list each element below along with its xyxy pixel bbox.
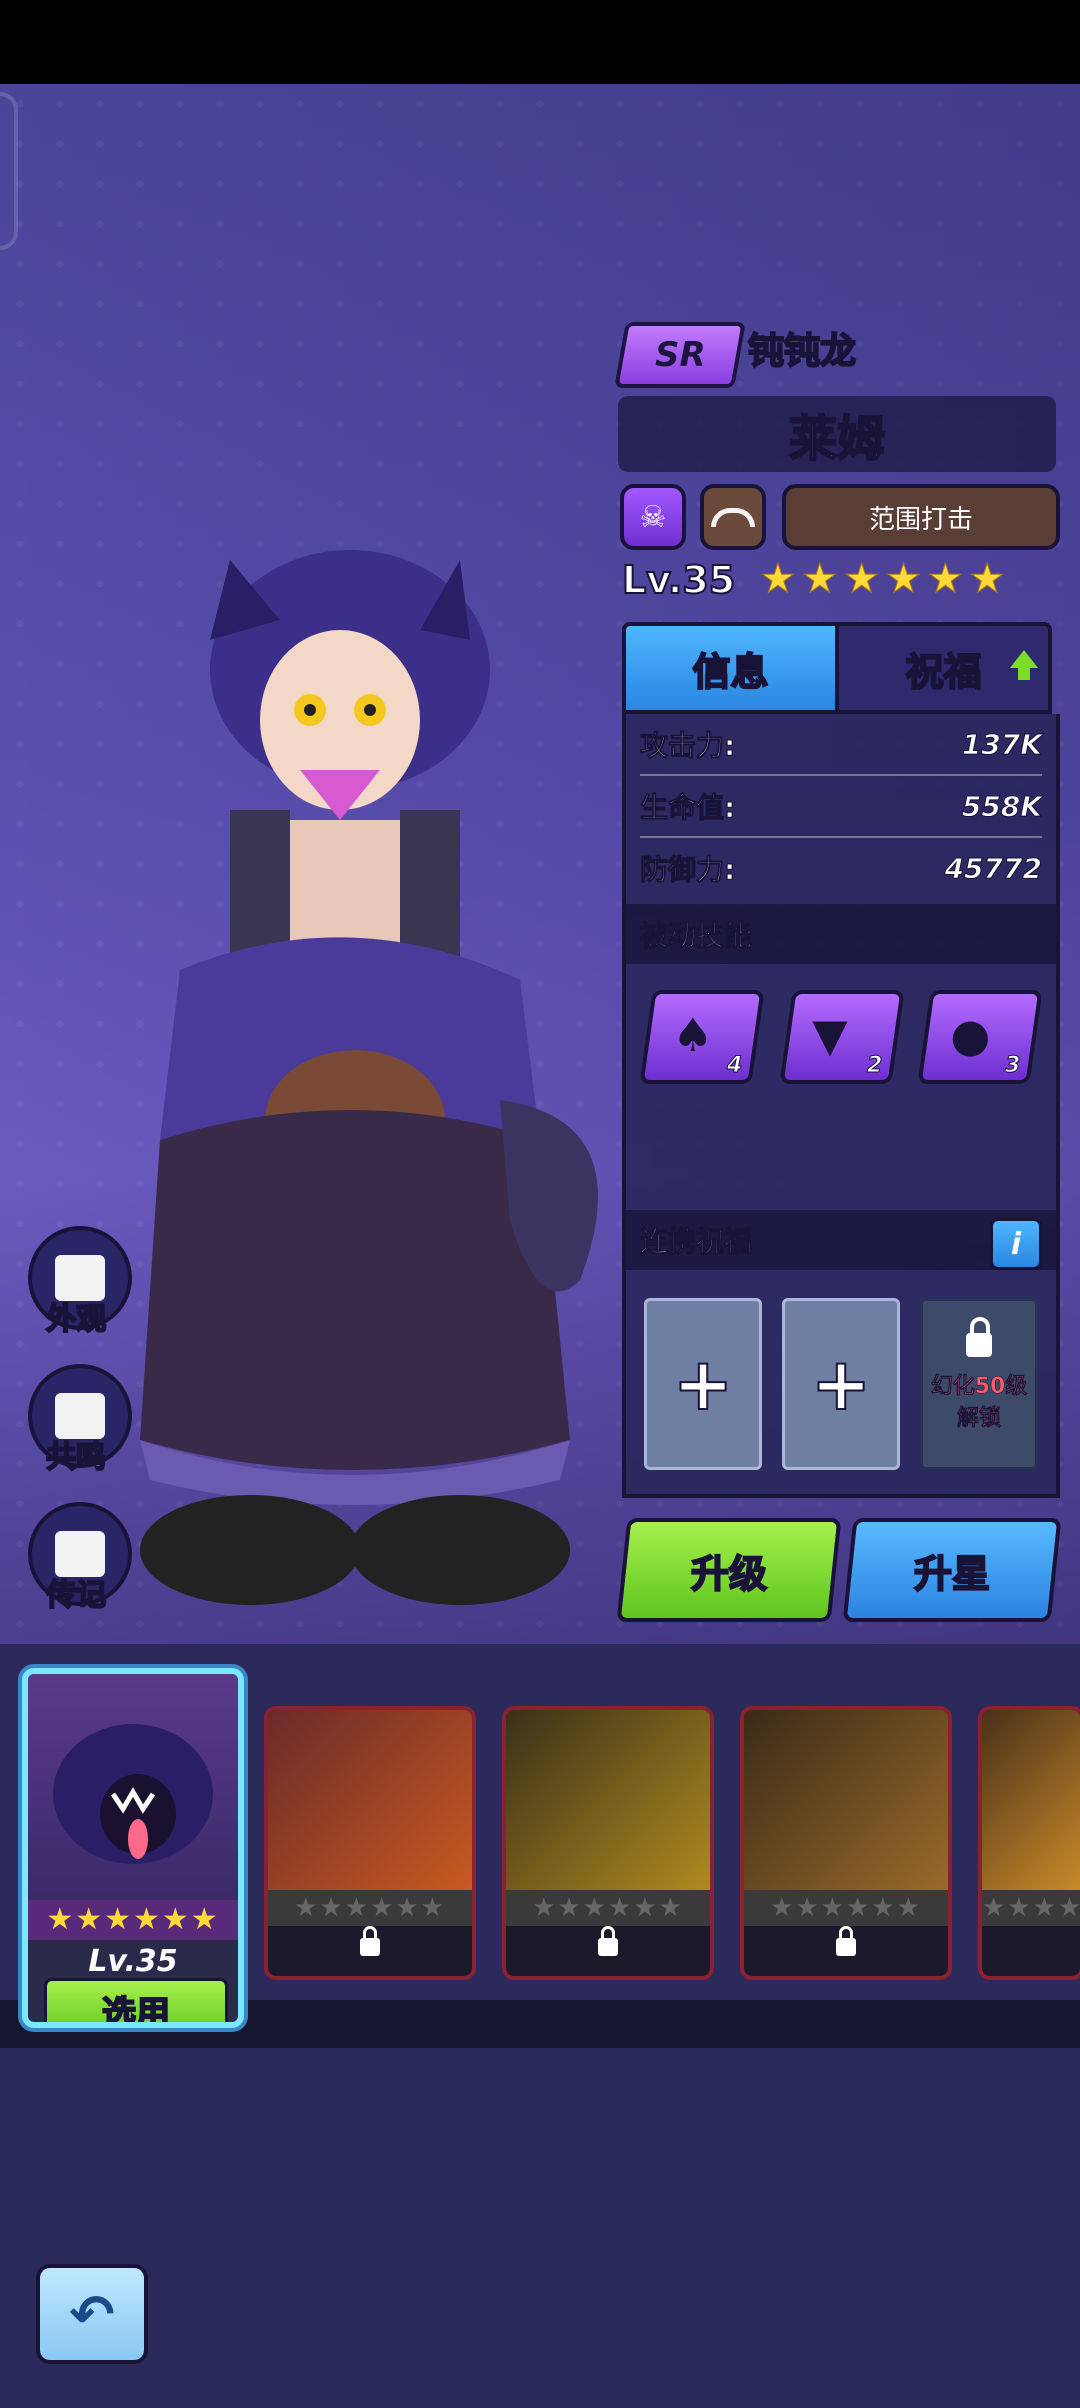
hero-name: 莱姆 <box>788 410 886 468</box>
hero-portrait <box>28 1674 238 1900</box>
appearance-button[interactable]: 外观 <box>28 1226 132 1338</box>
tab-info[interactable]: 信息 <box>622 622 839 714</box>
hero-level: Lv.35 <box>621 557 736 603</box>
roster-card-selected[interactable]: ★★★★★★ Lv.35 选用 <box>22 1668 244 2028</box>
tab-blessing[interactable]: 祝福 <box>839 622 1052 714</box>
passive-skill-2[interactable]: ▼ 2 <box>779 990 905 1084</box>
roster-card-locked-1[interactable]: ★★★★★★ <box>264 1706 476 1980</box>
passive-skills-header: 被动技能 <box>626 904 1056 964</box>
upgrade-arrow-icon <box>1010 650 1038 680</box>
back-arrow-icon[interactable]: ↶ <box>36 2264 148 2364</box>
info-tabs: 信息 祝福 <box>622 622 1052 714</box>
passive-skill-1[interactable]: ♠ 4 <box>639 990 765 1084</box>
fire-creature-portrait <box>268 1710 472 1890</box>
skull-type-icon[interactable]: ☠ <box>620 484 686 550</box>
tab-blessing-label: 祝福 <box>904 649 982 695</box>
hero-name-box: 莱姆 <box>618 396 1056 472</box>
boomerang-icon[interactable] <box>700 484 766 550</box>
attack-type-label: 范围打击 <box>782 484 1060 550</box>
hero-character-art <box>120 520 640 1630</box>
rank-badge: SR <box>614 322 746 388</box>
lightning-beast-portrait <box>506 1710 710 1890</box>
roster-card-locked-2[interactable]: ★★★★★★ <box>502 1706 714 1980</box>
roster-card-locked-4[interactable]: ★★★★★★ <box>978 1706 1080 1980</box>
star-up-button[interactable]: 升星 <box>842 1518 1062 1622</box>
blessing-slot-1[interactable]: + <box>644 1298 762 1470</box>
splash-face-icon: ● <box>950 1008 991 1062</box>
resonance-button[interactable]: 共鸣 <box>28 1364 132 1476</box>
lock-icon <box>966 1317 992 1357</box>
lock-icon <box>836 1926 856 1956</box>
info-icon[interactable]: i <box>990 1218 1042 1270</box>
lower-background <box>0 2048 1080 2408</box>
passive-skill-3[interactable]: ● 3 <box>917 990 1043 1084</box>
blessing-slot-locked[interactable]: 幻化50级 解锁 <box>920 1298 1038 1470</box>
status-bar <box>0 0 1080 84</box>
hero-species: 钝钝龙 <box>747 330 857 373</box>
selected-level: Lv.35 <box>88 1944 178 1979</box>
hero-stars: ★★★★★★ <box>759 556 1012 603</box>
potion-bag-icon: ▼ <box>812 1008 848 1062</box>
info-panel: 攻击力: 137K 生命值: 558K 防御力: 45772 被动技能 ♠ 4 … <box>622 714 1060 1498</box>
stat-row-hp: 生命值: 558K <box>639 776 1043 838</box>
lock-icon <box>360 1926 380 1956</box>
pumpkin-monster-portrait <box>744 1710 948 1890</box>
edge-decoration <box>0 92 18 250</box>
biography-button[interactable]: 传记 <box>28 1502 132 1614</box>
stat-row-defense: 防御力: 45772 <box>639 851 1042 887</box>
upgrade-button[interactable]: 升级 <box>616 1518 842 1622</box>
selected-stars: ★★★★★★ <box>28 1900 238 1940</box>
link-blessing-header: 连携祝福 i <box>626 1210 1056 1270</box>
stat-row-attack: 攻击力: 137K <box>639 714 1043 776</box>
roster-card-locked-3[interactable]: ★★★★★★ <box>740 1706 952 1980</box>
use-button[interactable]: 选用 <box>44 1978 228 2022</box>
lock-icon <box>598 1926 618 1956</box>
card-skull-icon: ♠ <box>672 1008 714 1062</box>
spiked-creature-portrait <box>982 1710 1080 1890</box>
blessing-slot-2[interactable]: + <box>782 1298 900 1470</box>
